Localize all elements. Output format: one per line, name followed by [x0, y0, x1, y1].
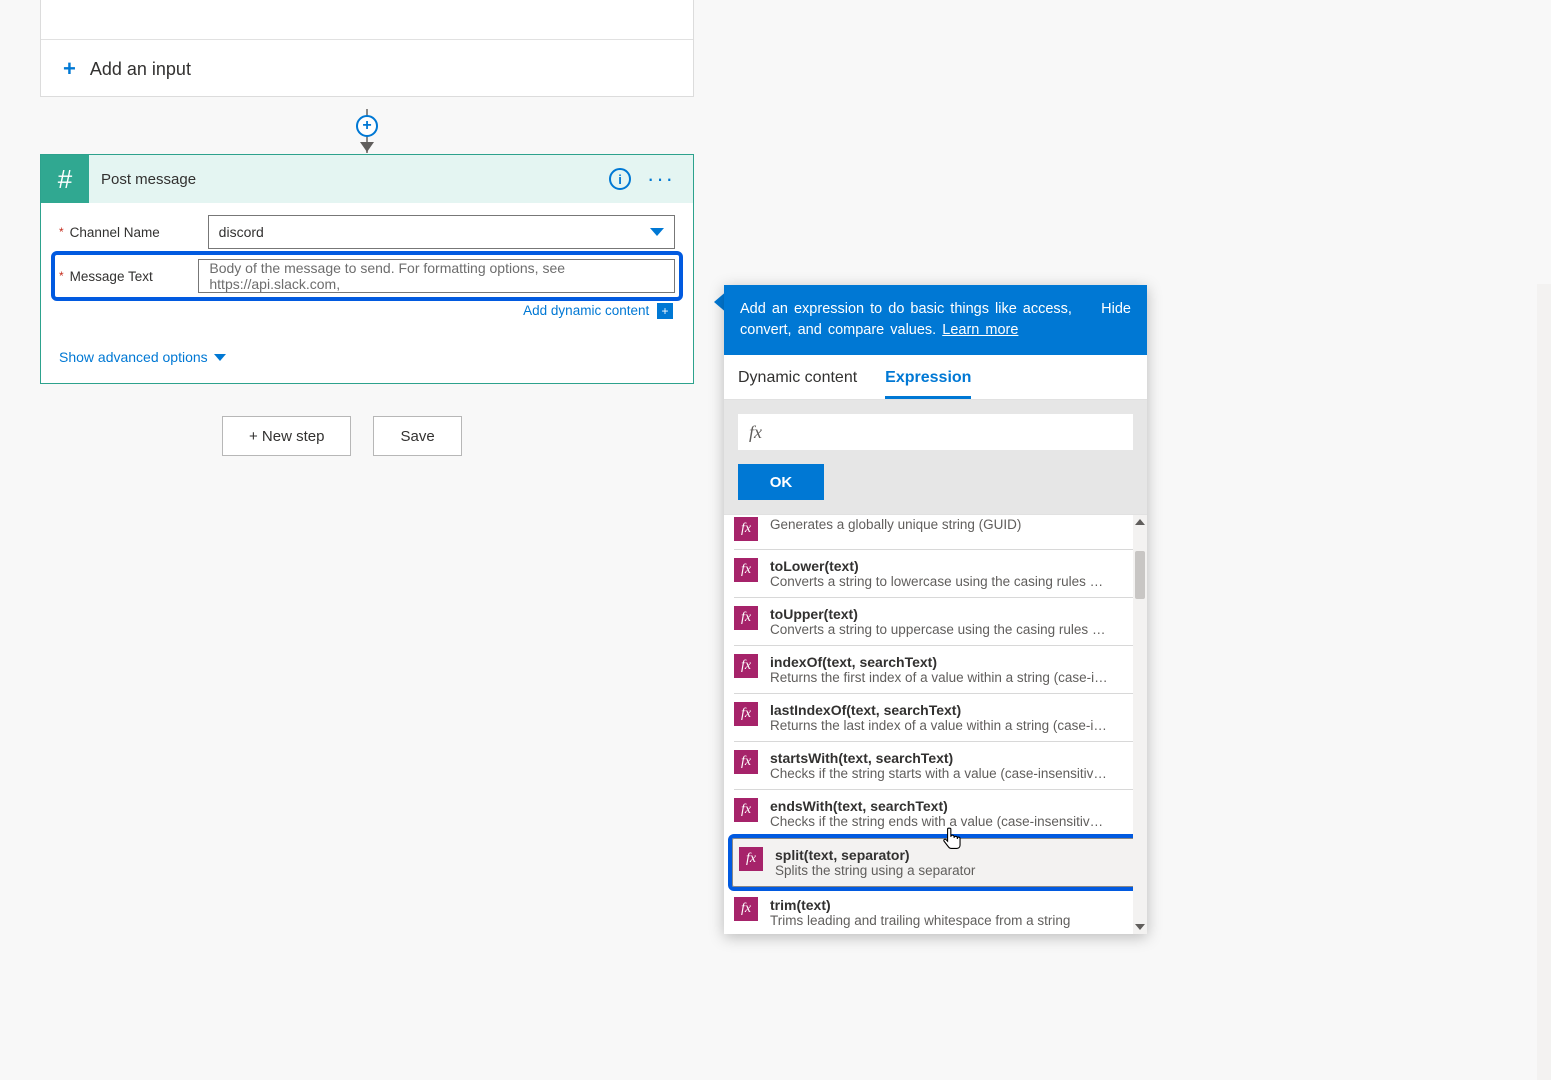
function-row[interactable]: fx toUpper(text)Converts a string to uppe…: [734, 598, 1137, 646]
action-title: Post message: [101, 171, 597, 188]
function-description: Returns the last index of a value within…: [770, 718, 1110, 733]
scrollbar[interactable]: [1133, 515, 1147, 934]
add-input-label: Add an input: [90, 59, 191, 80]
function-signature: lastIndexOf(text, searchText): [770, 702, 1137, 718]
function-description: Trims leading and trailing whitespace fr…: [770, 913, 1110, 928]
function-signature: indexOf(text, searchText): [770, 654, 1137, 670]
tab-expression[interactable]: Expression: [885, 369, 971, 399]
add-dynamic-content-link[interactable]: Add dynamic content +: [59, 303, 675, 319]
function-description: Generates a globally unique string (GUID…: [770, 517, 1110, 532]
arrow-down-icon: [360, 142, 374, 152]
plus-icon: +: [63, 58, 76, 80]
function-signature: split(text, separator): [775, 847, 1132, 863]
fx-icon: fx: [734, 798, 758, 822]
new-step-button[interactable]: + New step: [222, 416, 351, 456]
insert-step-between-button[interactable]: +: [356, 115, 378, 137]
fx-icon: fx: [734, 750, 758, 774]
expression-flyout: Add an expression to do basic things lik…: [724, 285, 1147, 934]
function-row[interactable]: fx startsWith(text, searchText)Checks if …: [734, 742, 1137, 790]
info-icon[interactable]: i: [609, 168, 631, 190]
message-text-input[interactable]: Body of the message to send. For formatt…: [198, 259, 675, 293]
function-row-highlighted[interactable]: fx split(text, separator)Splits the strin…: [732, 838, 1139, 887]
save-button[interactable]: Save: [373, 416, 461, 456]
function-description: Checks if the string ends with a value (…: [770, 814, 1110, 829]
show-advanced-options-button[interactable]: Show advanced options: [59, 349, 675, 365]
function-row[interactable]: fx indexOf(text, searchText)Returns the f…: [734, 646, 1137, 694]
action-header[interactable]: # Post message i ···: [41, 155, 693, 203]
chevron-down-icon: [650, 228, 664, 236]
function-row[interactable]: fx toLower(text)Converts a string to lowe…: [734, 550, 1137, 598]
flyout-header: Add an expression to do basic things lik…: [724, 285, 1147, 355]
function-row[interactable]: fx lastIndexOf(text, searchText)Returns t…: [734, 694, 1137, 742]
function-row[interactable]: fx Generates a globally unique string (GU…: [734, 515, 1137, 550]
page-scrollbar[interactable]: [1537, 284, 1551, 1080]
fx-icon: fx: [734, 558, 758, 582]
trigger-card: D + Add an input: [40, 0, 694, 97]
channel-name-dropdown[interactable]: discord: [208, 215, 675, 249]
fx-icon: fx: [734, 517, 758, 541]
channel-name-label: Channel Name: [70, 225, 198, 240]
function-row[interactable]: fx endsWith(text, searchText)Checks if th…: [734, 790, 1137, 838]
message-text-label: Message Text: [70, 269, 189, 284]
card-menu-icon[interactable]: ···: [643, 166, 679, 192]
fx-prefix-icon: fx: [749, 422, 762, 443]
hide-flyout-button[interactable]: Hide: [1101, 299, 1131, 320]
fx-icon: fx: [734, 654, 758, 678]
chevron-down-icon: [214, 354, 226, 361]
scroll-down-icon[interactable]: [1135, 924, 1145, 930]
message-text-placeholder: Body of the message to send. For formatt…: [209, 260, 664, 292]
fx-icon: fx: [734, 606, 758, 630]
add-input-button[interactable]: + Add an input: [55, 40, 679, 80]
function-description: Splits the string using a separator: [775, 863, 1115, 878]
scroll-thumb[interactable]: [1135, 551, 1145, 599]
channel-name-value: discord: [219, 224, 264, 240]
function-description: Checks if the string starts with a value…: [770, 766, 1110, 781]
message-text-row: * Message Text Body of the message to se…: [55, 255, 679, 297]
function-signature: toLower(text): [770, 558, 1137, 574]
expression-input[interactable]: fx: [738, 414, 1133, 450]
function-list: fx Generates a globally unique string (GU…: [724, 514, 1147, 934]
scroll-up-icon[interactable]: [1135, 519, 1145, 525]
tab-dynamic-content[interactable]: Dynamic content: [738, 369, 857, 399]
function-description: Converts a string to lowercase using the…: [770, 574, 1110, 589]
function-description: Returns the first index of a value withi…: [770, 670, 1110, 685]
channel-name-row: * Channel Name discord: [59, 215, 675, 249]
function-signature: toUpper(text): [770, 606, 1137, 622]
fx-icon: fx: [739, 847, 763, 871]
required-star-icon: *: [59, 225, 64, 239]
fx-icon: fx: [734, 702, 758, 726]
fx-icon: fx: [734, 897, 758, 921]
ok-button[interactable]: OK: [738, 464, 824, 500]
dynamic-plus-icon: +: [657, 303, 673, 319]
function-signature: startsWith(text, searchText): [770, 750, 1137, 766]
required-star-icon: *: [59, 269, 64, 283]
function-signature: endsWith(text, searchText): [770, 798, 1137, 814]
function-signature: trim(text): [770, 897, 1137, 913]
learn-more-link[interactable]: Learn more: [942, 322, 1018, 338]
action-card: # Post message i ··· * Channel Name disc…: [40, 154, 694, 384]
slack-hash-icon: #: [41, 155, 89, 203]
function-row[interactable]: fx trim(text)Trims leading and trailing w…: [734, 889, 1137, 934]
function-description: Converts a string to uppercase using the…: [770, 622, 1110, 637]
